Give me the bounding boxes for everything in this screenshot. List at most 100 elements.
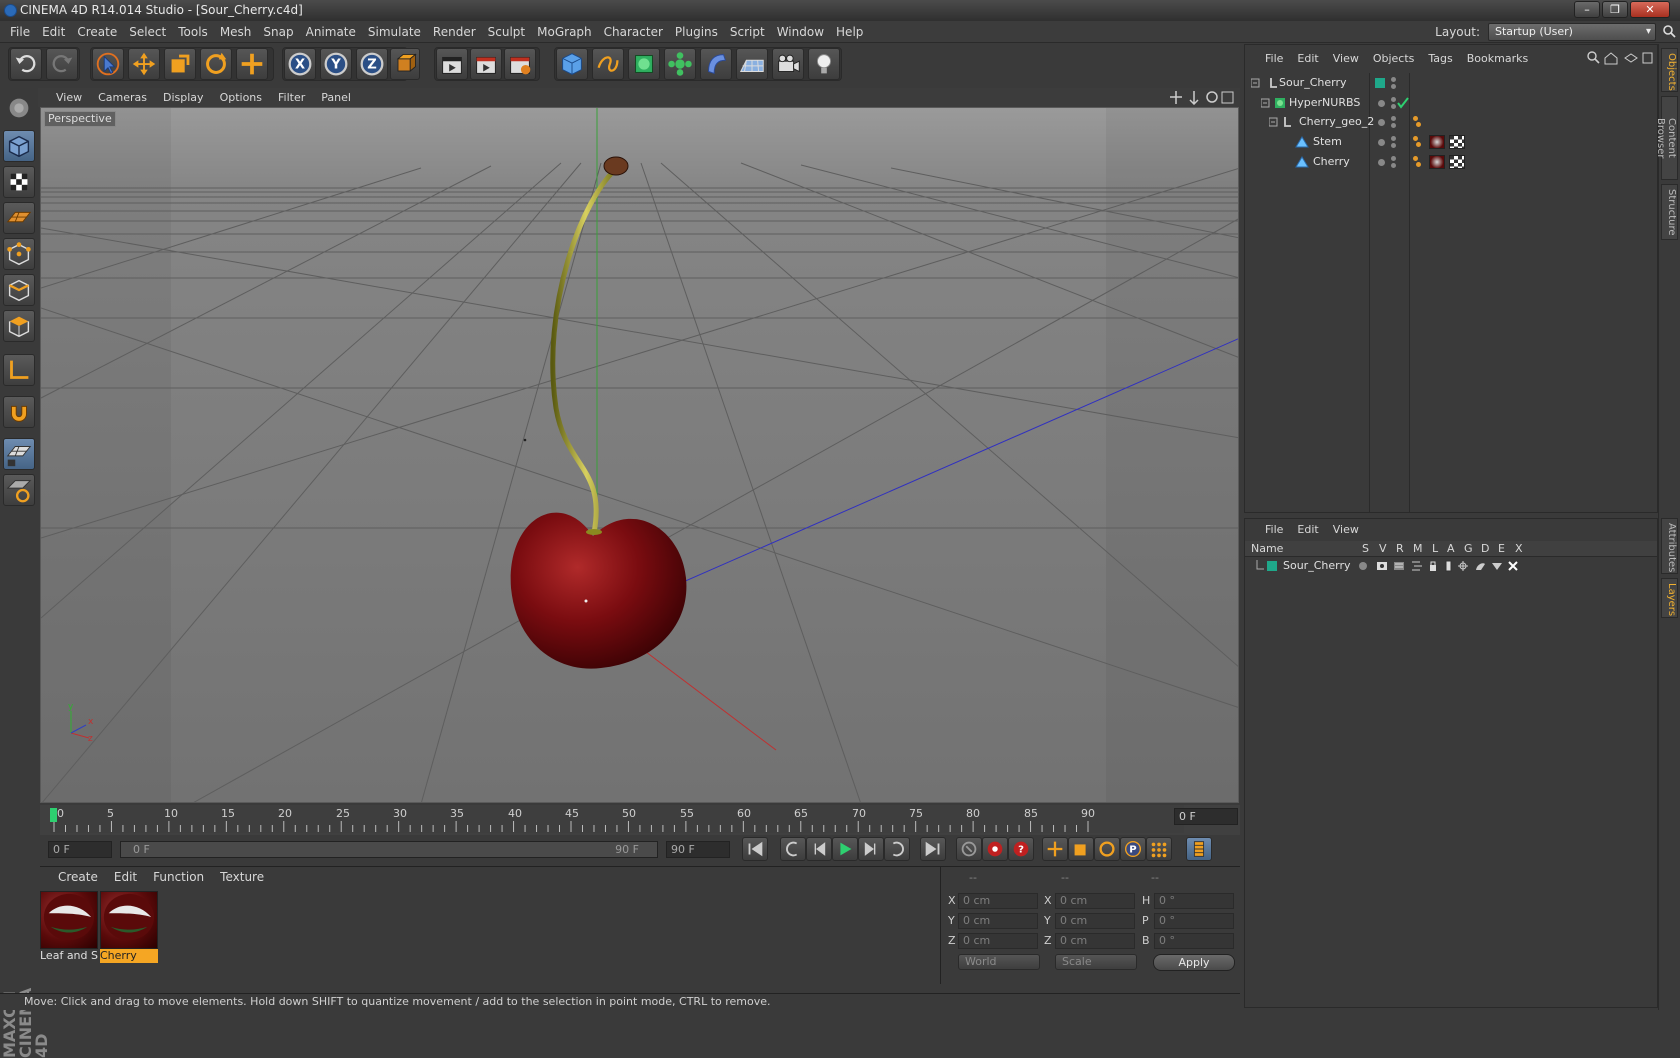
object-row-cherry-geo-2[interactable]: Cherry_geo_2 — [1245, 112, 1657, 132]
camera-object-icon[interactable] — [772, 48, 804, 80]
render-visibility-dot[interactable] — [1391, 143, 1396, 148]
menu-edit[interactable]: Edit — [36, 21, 71, 43]
autokey-icon[interactable] — [982, 837, 1008, 861]
texture-mode-icon[interactable] — [3, 166, 35, 198]
key-parameter-icon[interactable]: P — [1120, 837, 1146, 861]
minimize-icon[interactable]: – — [1574, 1, 1600, 18]
menu-render[interactable]: Render — [427, 21, 482, 43]
layer-flag-icons[interactable] — [1357, 560, 1537, 572]
viewport-menu-filter[interactable]: Filter — [270, 88, 313, 107]
points-mode-icon[interactable] — [3, 238, 35, 270]
workplane-rotate-icon[interactable] — [3, 474, 35, 506]
layer-col-manager[interactable]: M — [1413, 541, 1423, 557]
object-row-sour-cherry[interactable]: Sour_Cherry — [1245, 73, 1657, 93]
cube-object-icon[interactable] — [556, 48, 588, 80]
tab-content-browser[interactable]: Content Browser — [1655, 96, 1678, 180]
menu-plugins[interactable]: Plugins — [669, 21, 724, 43]
viewport-menu-panel[interactable]: Panel — [313, 88, 359, 107]
obj-menu-tags[interactable]: Tags — [1421, 45, 1459, 73]
polygons-mode-icon[interactable] — [3, 310, 35, 342]
start-frame-field[interactable]: 0 F — [48, 841, 112, 858]
range-slider[interactable]: 0 F 90 F — [120, 841, 658, 858]
layer-col-render[interactable]: R — [1396, 541, 1404, 557]
pos-x-field[interactable]: 0 cm — [958, 893, 1038, 909]
floor-object-icon[interactable] — [736, 48, 768, 80]
next-key-icon[interactable] — [884, 837, 910, 861]
pos-y-field[interactable]: 0 cm — [958, 913, 1038, 929]
phong-tag-icon[interactable] — [1413, 156, 1418, 161]
viewport-menu-view[interactable]: View — [38, 88, 90, 107]
menu-snap[interactable]: Snap — [257, 21, 299, 43]
coordinate-system-icon[interactable] — [390, 48, 420, 80]
workplane-mode-icon[interactable] — [3, 202, 35, 234]
layer-menu-edit[interactable]: Edit — [1290, 519, 1325, 541]
object-row-stem[interactable]: Stem — [1245, 132, 1657, 152]
editor-visibility-dot[interactable] — [1391, 77, 1396, 82]
size-x-field[interactable]: 0 cm — [1055, 893, 1135, 909]
phong-tag-icon[interactable] — [1413, 136, 1418, 141]
layer-color-swatch[interactable] — [1267, 561, 1277, 571]
layer-col-name[interactable]: Name — [1251, 541, 1283, 557]
layer-col-generators[interactable]: G — [1464, 541, 1473, 557]
snap-magnet-icon[interactable] — [3, 396, 35, 428]
make-editable-icon[interactable] — [3, 92, 35, 124]
uvw-tag-icon[interactable] — [1449, 135, 1465, 149]
close-icon[interactable]: ✕ — [1630, 1, 1670, 18]
subdivision-surface-icon[interactable] — [628, 48, 660, 80]
key-point-level-icon[interactable] — [1146, 837, 1172, 861]
menu-mograph[interactable]: MoGraph — [531, 21, 598, 43]
layer-menu-file[interactable]: File — [1245, 519, 1290, 541]
previous-key-icon[interactable] — [780, 837, 806, 861]
layer-col-animation[interactable]: A — [1447, 541, 1455, 557]
material-menu-create[interactable]: Create — [40, 867, 106, 887]
layer-col-xref[interactable]: X — [1515, 541, 1523, 557]
material-swatch-selected[interactable]: Cherry — [100, 891, 158, 963]
viewport-menu-display[interactable]: Display — [155, 88, 212, 107]
key-rotation-icon[interactable] — [1094, 837, 1120, 861]
layout-select[interactable]: Startup (User) — [1488, 23, 1656, 41]
rotate-tool-icon[interactable] — [200, 48, 232, 80]
z-axis-lock-icon[interactable]: Z — [356, 48, 388, 80]
size-z-field[interactable]: 0 cm — [1055, 933, 1135, 949]
editor-visibility-dot[interactable] — [1378, 159, 1385, 166]
light-object-icon[interactable] — [808, 48, 840, 80]
move-tool-icon[interactable] — [128, 48, 160, 80]
editor-visibility-dot[interactable] — [1378, 139, 1385, 146]
obj-menu-file[interactable]: File — [1245, 45, 1290, 73]
record-active-icon[interactable] — [956, 837, 982, 861]
apply-button[interactable]: Apply — [1153, 954, 1235, 971]
phong-tag-icon[interactable] — [1413, 116, 1418, 121]
render-view-icon[interactable] — [436, 48, 468, 80]
editor-visibility-dot[interactable] — [1391, 116, 1396, 121]
editor-visibility-dot[interactable] — [1391, 156, 1396, 161]
render-to-picture-viewer-icon[interactable] — [470, 48, 502, 80]
uvw-tag-icon[interactable] — [1449, 155, 1465, 169]
rot-h-field[interactable]: 0 ° — [1154, 893, 1234, 909]
pos-z-field[interactable]: 0 cm — [958, 933, 1038, 949]
tab-objects[interactable]: Objects — [1661, 48, 1678, 92]
coordinate-mode-select[interactable]: Scale — [1055, 954, 1137, 970]
viewport-nav-icons[interactable] — [1170, 90, 1234, 106]
menu-character[interactable]: Character — [598, 21, 669, 43]
redo-icon[interactable] — [46, 48, 78, 80]
play-icon[interactable] — [832, 837, 858, 861]
render-visibility-dot[interactable] — [1391, 163, 1396, 168]
material-menu-texture[interactable]: Texture — [212, 867, 272, 887]
menu-file[interactable]: File — [0, 21, 36, 43]
object-manager-nav-icons[interactable] — [1587, 51, 1653, 65]
current-frame-field[interactable]: 0 F — [1174, 808, 1238, 825]
timeline-window-icon[interactable] — [1186, 837, 1212, 861]
rot-b-field[interactable]: 0 ° — [1154, 933, 1234, 949]
scale-tool-icon[interactable] — [164, 48, 196, 80]
viewport-menu-options[interactable]: Options — [212, 88, 270, 107]
material-menu-function[interactable]: Function — [145, 867, 212, 887]
go-to-end-icon[interactable] — [920, 837, 946, 861]
material-swatch[interactable]: Leaf and St — [40, 891, 98, 963]
live-selection-icon[interactable] — [92, 48, 124, 80]
coordinate-space-select[interactable]: World — [958, 954, 1040, 970]
key-scale-icon[interactable] — [1068, 837, 1094, 861]
layer-col-deformers[interactable]: D — [1481, 541, 1489, 557]
edit-render-settings-icon[interactable] — [504, 48, 536, 80]
y-axis-lock-icon[interactable]: Y — [320, 48, 352, 80]
viewport-menu-cameras[interactable]: Cameras — [90, 88, 155, 107]
